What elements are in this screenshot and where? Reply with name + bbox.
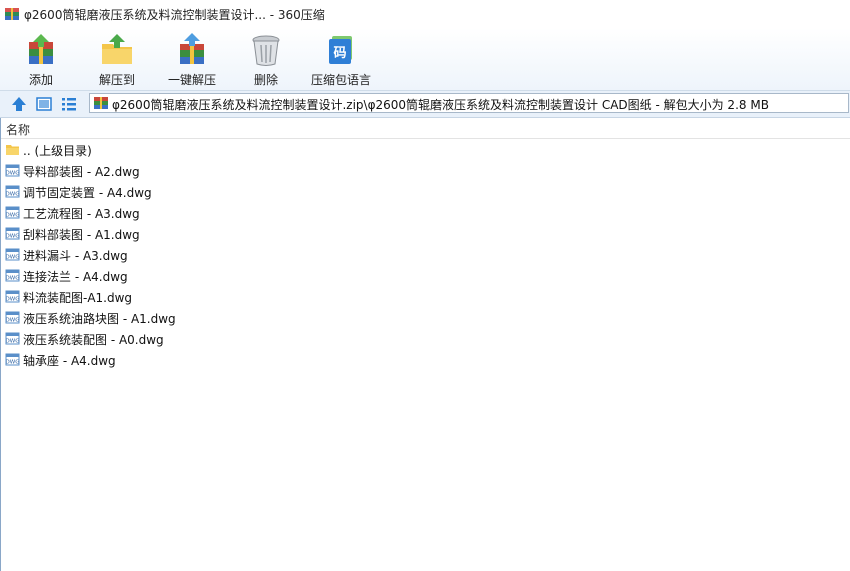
add-archive-icon: [29, 34, 53, 64]
file-row[interactable]: DWG 导料部装图 - A2.dwg: [0, 160, 850, 181]
dwg-file-icon: DWG: [5, 269, 20, 282]
file-name: 进料漏斗 - A3.dwg: [23, 249, 128, 263]
dwg-file-icon: DWG: [5, 311, 20, 324]
extract-to-button[interactable]: 解压到: [90, 30, 144, 88]
file-name: 液压系统装配图 - A0.dwg: [23, 333, 164, 347]
svg-text:DWG: DWG: [6, 360, 20, 366]
delete-label: 删除: [253, 73, 278, 87]
navigation-bar: φ2600筒辊磨液压系统及料流控制装置设计.zip\φ2600筒辊磨液压系统及料…: [0, 90, 850, 118]
file-name: 轴承座 - A4.dwg: [23, 354, 116, 368]
file-name: 料流装配图-A1.dwg: [23, 291, 133, 305]
svg-text:DWG: DWG: [6, 276, 20, 282]
svg-text:DWG: DWG: [6, 255, 20, 261]
archive-language-label: 压缩包语言: [310, 73, 371, 87]
file-list-header: 名称: [0, 118, 850, 139]
window-title: φ2600筒辊磨液压系统及料流控制装置设计... - 360压缩: [24, 8, 325, 22]
file-name: 刮料部装图 - A1.dwg: [23, 228, 140, 242]
file-row[interactable]: DWG 轴承座 - A4.dwg: [0, 349, 850, 370]
file-row[interactable]: DWG 液压系统油路块图 - A1.dwg: [0, 307, 850, 328]
svg-text:DWG: DWG: [6, 297, 20, 303]
dwg-file-icon: DWG: [5, 164, 20, 177]
parent-directory-row[interactable]: .. (上级目录): [0, 139, 850, 160]
file-name: .. (上级目录): [23, 144, 92, 158]
one-click-extract-icon: [180, 33, 204, 64]
file-row[interactable]: DWG 刮料部装图 - A1.dwg: [0, 223, 850, 244]
archive-path: φ2600筒辊磨液压系统及料流控制装置设计.zip\φ2600筒辊磨液压系统及料…: [112, 98, 769, 112]
toolbar: 添加 解压到 一键解压 删除 码 压缩包语言: [0, 28, 850, 90]
add-button[interactable]: 添加: [16, 30, 66, 88]
thumbnail-view-icon[interactable]: [35, 95, 53, 113]
file-row[interactable]: DWG 进料漏斗 - A3.dwg: [0, 244, 850, 265]
archive-language-icon: 码: [329, 36, 352, 64]
file-name: 液压系统油路块图 - A1.dwg: [23, 312, 176, 326]
file-list: .. (上级目录) DWG 导料部装图 - A2.dwg DWG 调节固定装置 …: [0, 139, 850, 370]
zip-archive-icon: [94, 97, 108, 109]
add-label: 添加: [28, 73, 53, 87]
folder-icon: [6, 145, 19, 155]
svg-text:DWG: DWG: [6, 192, 20, 198]
extract-to-label: 解压到: [98, 73, 135, 87]
list-view-icon[interactable]: [60, 95, 78, 113]
dwg-file-icon: DWG: [5, 185, 20, 198]
svg-text:DWG: DWG: [6, 213, 20, 219]
svg-text:码: 码: [333, 46, 346, 61]
trash-icon: [252, 35, 280, 66]
app-icon: [5, 8, 19, 20]
one-click-extract-button[interactable]: 一键解压: [162, 30, 222, 88]
one-click-extract-label: 一键解压: [167, 73, 216, 87]
dwg-file-icon: DWG: [5, 206, 20, 219]
dwg-file-icon: DWG: [5, 248, 20, 261]
extract-to-icon: [102, 34, 132, 64]
svg-text:DWG: DWG: [6, 234, 20, 240]
svg-text:DWG: DWG: [6, 318, 20, 324]
svg-text:DWG: DWG: [6, 339, 20, 345]
file-name: 连接法兰 - A4.dwg: [23, 270, 128, 284]
delete-button[interactable]: 删除: [244, 30, 288, 88]
svg-text:DWG: DWG: [6, 171, 20, 177]
up-arrow-icon[interactable]: [10, 95, 28, 113]
dwg-file-icon: DWG: [5, 227, 20, 240]
file-row[interactable]: DWG 连接法兰 - A4.dwg: [0, 265, 850, 286]
address-bar[interactable]: φ2600筒辊磨液压系统及料流控制装置设计.zip\φ2600筒辊磨液压系统及料…: [89, 93, 849, 113]
file-row[interactable]: DWG 料流装配图-A1.dwg: [0, 286, 850, 307]
archive-language-button[interactable]: 码 压缩包语言: [308, 30, 374, 88]
file-name: 工艺流程图 - A3.dwg: [23, 207, 140, 221]
file-row[interactable]: DWG 液压系统装配图 - A0.dwg: [0, 328, 850, 349]
dwg-file-icon: DWG: [5, 353, 20, 366]
column-header-name[interactable]: 名称: [6, 121, 30, 138]
dwg-file-icon: DWG: [5, 332, 20, 345]
file-row[interactable]: DWG 工艺流程图 - A3.dwg: [0, 202, 850, 223]
dwg-file-icon: DWG: [5, 290, 20, 303]
file-name: 导料部装图 - A2.dwg: [23, 165, 140, 179]
title-bar: φ2600筒辊磨液压系统及料流控制装置设计... - 360压缩: [0, 0, 850, 28]
file-row[interactable]: DWG 调节固定装置 - A4.dwg: [0, 181, 850, 202]
file-name: 调节固定装置 - A4.dwg: [23, 186, 152, 200]
